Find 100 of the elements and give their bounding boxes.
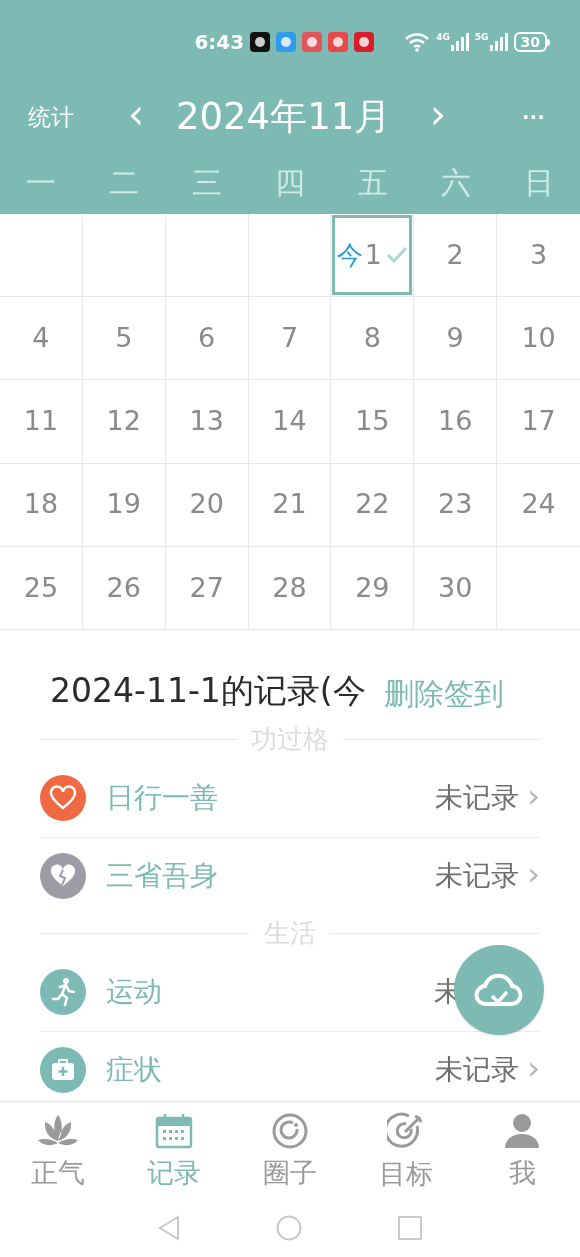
record-label: 日行一善: [106, 780, 218, 817]
calendar-day[interactable]: 24: [497, 463, 580, 547]
network-label: 4G: [436, 33, 450, 42]
day-number: 10: [521, 321, 556, 356]
record-status: 未记录: [435, 780, 520, 817]
ring-icon: [272, 1112, 308, 1149]
today-label: 今: [336, 238, 363, 272]
app-notification-icon: [328, 32, 349, 52]
day-number: 3: [529, 237, 548, 272]
day-number: 28: [272, 570, 307, 605]
previous-month-button[interactable]: ‹: [128, 94, 144, 140]
delete-checkin-button[interactable]: 删除签到: [383, 670, 504, 716]
day-number: 13: [189, 404, 224, 439]
calendar-day[interactable]: 30: [414, 546, 498, 630]
day-number: 2: [446, 237, 464, 272]
day-number: 26: [106, 570, 141, 605]
calendar-day[interactable]: 11: [0, 380, 83, 464]
day-number: 20: [189, 487, 224, 522]
nav-tab[interactable]: 圈子: [232, 1103, 348, 1203]
target-icon: [387, 1111, 425, 1150]
calendar-day[interactable]: 16: [414, 380, 498, 464]
weekday-label: 二: [108, 163, 141, 202]
day-number: 16: [438, 404, 473, 439]
statistics-button[interactable]: 统计: [28, 99, 74, 135]
day-number: 9: [446, 321, 464, 356]
weekday-label: 日: [522, 163, 555, 202]
day-number: 4: [32, 321, 50, 356]
day-number: 30: [438, 570, 473, 605]
calendar-day[interactable]: 22: [331, 463, 415, 547]
nav-tab[interactable]: 正气: [0, 1103, 116, 1203]
calendar-day[interactable]: 19: [82, 463, 166, 547]
record-label: 运动: [106, 974, 162, 1011]
calendar-day[interactable]: 23: [414, 463, 498, 547]
weekday-label: 五: [356, 163, 389, 202]
weekday-label: 一: [25, 163, 58, 202]
signal-icon: [489, 33, 508, 51]
day-number: 11: [23, 404, 59, 439]
record-label: 三省吾身: [106, 857, 218, 894]
calendar-day[interactable]: 9: [414, 297, 498, 381]
clock: 6:43: [194, 29, 245, 56]
day-number: 17: [521, 404, 556, 439]
day-number: 5: [115, 321, 133, 356]
home-icon[interactable]: [276, 1215, 302, 1241]
app-notification-icon: [354, 32, 375, 52]
recent-apps-icon[interactable]: [398, 1216, 422, 1240]
person-icon: [503, 1112, 541, 1149]
battery-indicator: 30: [513, 32, 547, 52]
next-month-button[interactable]: ›: [430, 94, 446, 140]
day-number: 12: [106, 404, 141, 439]
calendar-day[interactable]: 14: [248, 380, 332, 464]
calendar-day[interactable]: 20: [165, 463, 249, 547]
weekday-label: 六: [439, 163, 472, 202]
calendar-day[interactable]: 18: [0, 463, 83, 547]
chevron: ›: [527, 780, 540, 817]
record-label: 症状: [106, 1051, 162, 1088]
calendar-day[interactable]: 21: [248, 463, 332, 547]
calendar-day[interactable]: 26: [82, 546, 166, 630]
chevron: ›: [527, 857, 540, 894]
calendar-day[interactable]: 5: [82, 297, 166, 381]
calendar-icon: [155, 1112, 193, 1149]
calendar-day[interactable]: 10: [497, 297, 580, 381]
day-number: 23: [438, 487, 473, 522]
day-number: 22: [355, 487, 390, 522]
calendar-day[interactable]: 25: [0, 546, 83, 630]
day-number: 29: [355, 570, 390, 605]
day-number: 25: [23, 570, 59, 605]
calendar-day[interactable]: 28: [248, 546, 332, 630]
day-number: 1: [364, 237, 382, 272]
day-number: 15: [355, 404, 390, 439]
calendar-day[interactable]: 4: [0, 297, 83, 381]
nav-tab[interactable]: 我: [464, 1103, 580, 1203]
wifi-icon: [404, 32, 431, 52]
calendar-day[interactable]: 7: [248, 297, 332, 381]
app-notification-icon: [302, 32, 323, 52]
calendar-day[interactable]: 今1: [331, 214, 415, 298]
calendar-day[interactable]: 27: [165, 546, 249, 630]
calendar-day[interactable]: 17: [497, 380, 580, 464]
day-number: 21: [272, 487, 307, 522]
app-notification-icon: [250, 32, 271, 52]
signal-icon: [450, 33, 469, 51]
calendar-day[interactable]: 8: [331, 297, 415, 381]
day-number: 19: [106, 487, 141, 522]
app-notification-icon: [276, 32, 297, 52]
nav-tab[interactable]: 记录: [116, 1103, 232, 1203]
day-number: 8: [363, 321, 381, 356]
day-number: 14: [272, 404, 307, 439]
calendar-day[interactable]: 6: [165, 297, 249, 381]
calendar-day[interactable]: 3: [497, 214, 580, 298]
medical-kit-icon: [40, 1046, 86, 1093]
calendar-day[interactable]: 12: [82, 380, 166, 464]
back-icon[interactable]: [158, 1215, 180, 1241]
calendar-day[interactable]: 13: [165, 380, 249, 464]
calendar-day[interactable]: 15: [331, 380, 415, 464]
record-status: 未记录: [435, 857, 520, 894]
calendar-day[interactable]: 2: [414, 214, 498, 298]
chevron: ›: [527, 1051, 540, 1088]
weekday-label: 三: [191, 163, 224, 202]
nav-tab[interactable]: 目标: [348, 1103, 464, 1203]
calendar-day[interactable]: 29: [331, 546, 415, 630]
more-button[interactable]: ···: [522, 102, 545, 132]
